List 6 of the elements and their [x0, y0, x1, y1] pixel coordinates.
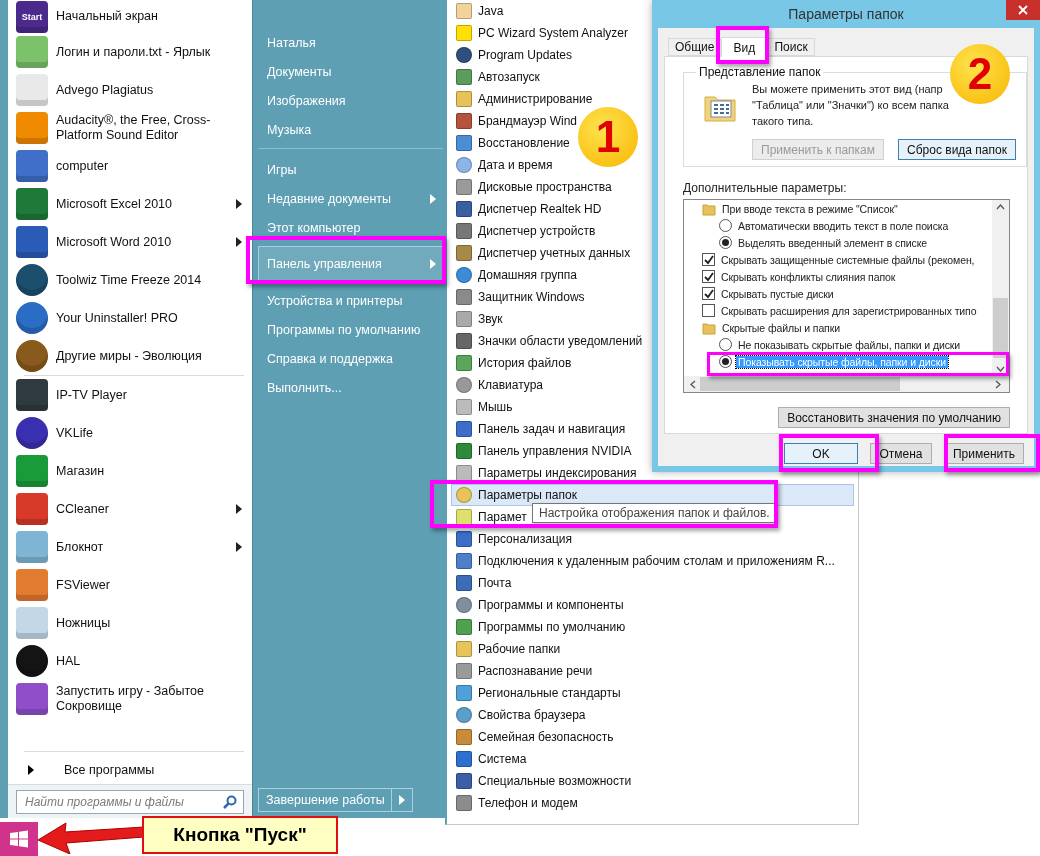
window-title: Параметры папок [788, 5, 904, 22]
app-icon: Start [16, 0, 48, 33]
group-title: Представление папок [698, 65, 822, 79]
folder-views-description: Вы можете применить этот вид (напр "Таблица" или "Значки") ко всем папка такого типа. [752, 82, 950, 129]
callout-label: Кнопка "Пуск" [142, 816, 338, 854]
section-label: Дополнительные параметры: [683, 181, 848, 195]
